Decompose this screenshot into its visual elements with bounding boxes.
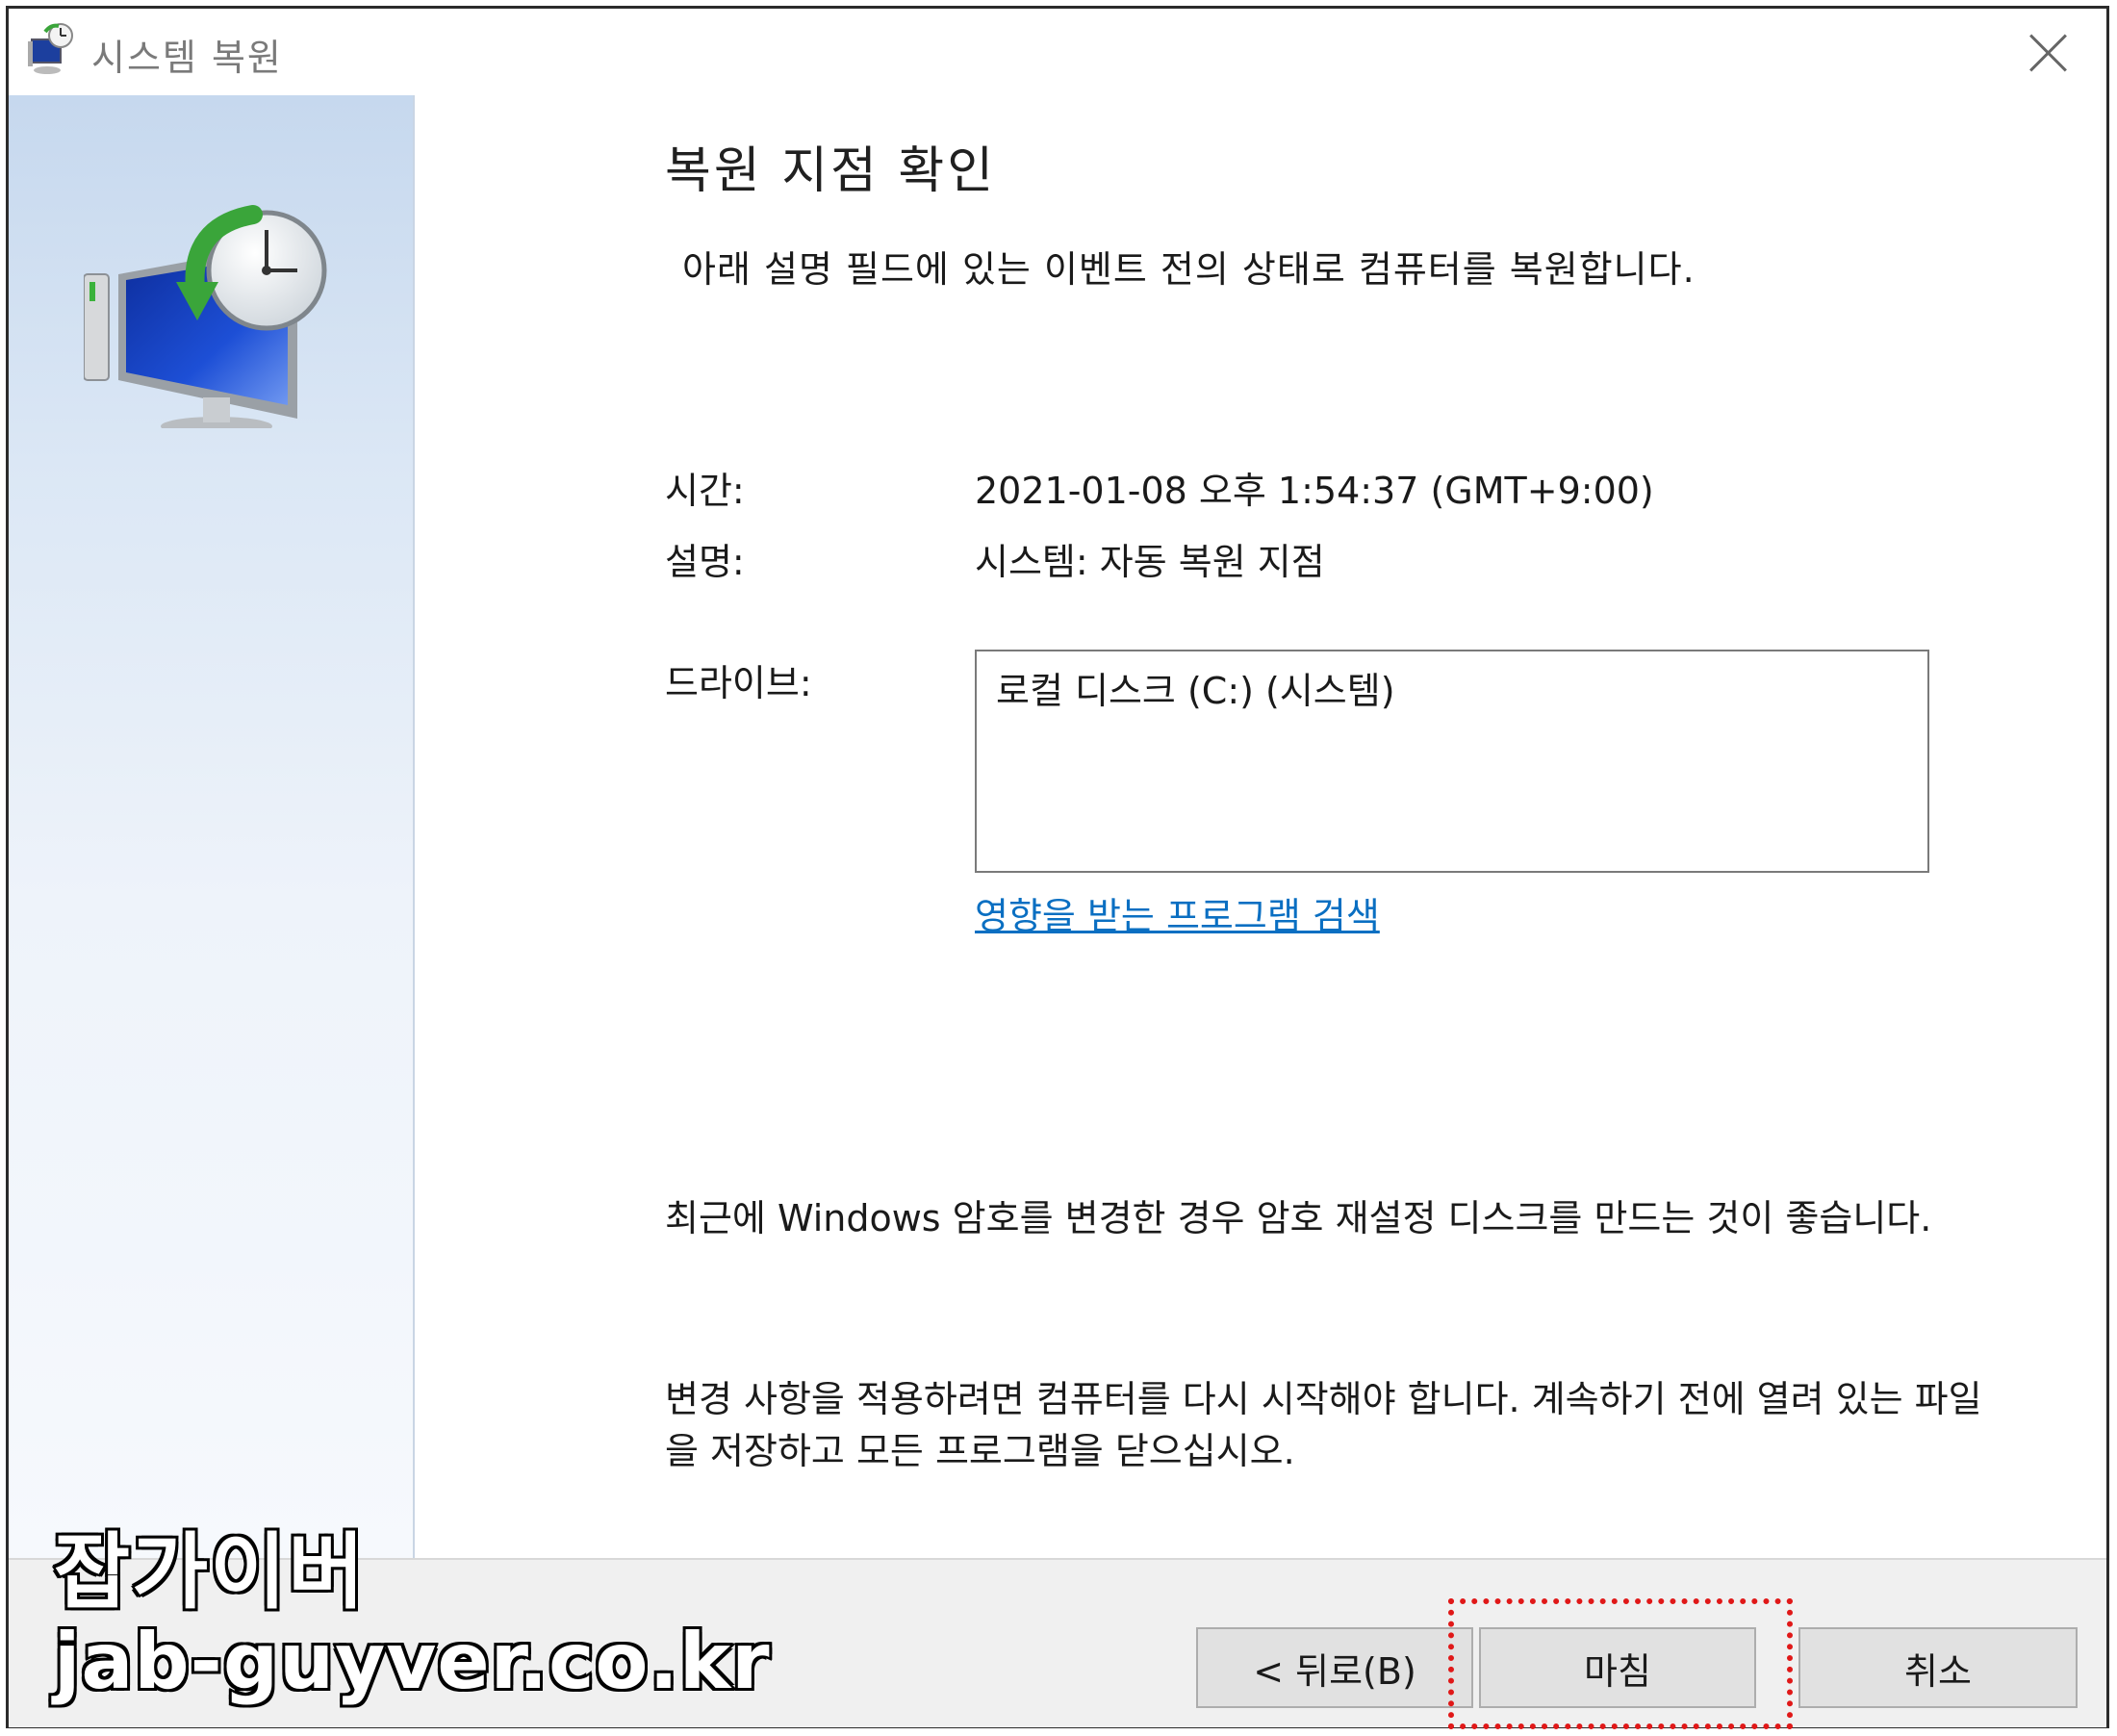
password-note: 최근에 Windows 암호를 변경한 경우 암호 재설정 디스크를 만드는 것… <box>665 1197 1932 1239</box>
back-button[interactable]: < 뒤로(B) <box>1196 1627 1473 1708</box>
watermark: 잡가이버 jab-guyver.co.kr <box>52 1524 773 1708</box>
main-content: 복원 지점 확인 아래 설명 필드에 있는 이벤트 전의 상태로 컴퓨터를 복원… <box>665 9 2012 1548</box>
drives-list[interactable]: 로컬 디스크 (C:) (시스템) <box>975 650 1929 873</box>
close-icon[interactable] <box>2020 24 2078 82</box>
page-subtitle: 아래 설명 필드에 있는 이벤트 전의 상태로 컴퓨터를 복원합니다. <box>682 248 1696 291</box>
restart-note: 변경 사항을 적용하려면 컴퓨터를 다시 시작해야 합니다. 계속하기 전에 열… <box>665 1378 1982 1472</box>
watermark-brand: 잡가이버 <box>52 1524 367 1621</box>
system-restore-window: 시스템 복원 복원 지점 확인 아래 설명 필드에 있는 이벤트 전의 상태로 … <box>6 6 2109 1729</box>
cancel-button[interactable]: 취소 <box>1798 1627 2078 1708</box>
description-value: 시스템: 자동 복원 지점 <box>975 541 1325 583</box>
finish-button[interactable]: 마침 <box>1479 1627 1756 1708</box>
system-restore-graphic <box>84 205 327 428</box>
description-label: 설명: <box>665 541 745 583</box>
list-item[interactable]: 로컬 디스크 (C:) (시스템) <box>996 661 1395 714</box>
time-label: 시간: <box>665 470 745 512</box>
side-panel <box>9 95 415 1558</box>
affected-programs-link[interactable]: 영향을 받는 프로그램 검색 <box>975 886 1380 939</box>
watermark-url: jab-guyver.co.kr <box>52 1616 773 1707</box>
page-title: 복원 지점 확인 <box>665 142 997 200</box>
drives-label: 드라이브: <box>665 662 812 704</box>
window-title: 시스템 복원 <box>91 37 283 79</box>
system-restore-icon <box>28 23 73 74</box>
time-value: 2021-01-08 오후 1:54:37 (GMT+9:00) <box>975 470 1654 512</box>
